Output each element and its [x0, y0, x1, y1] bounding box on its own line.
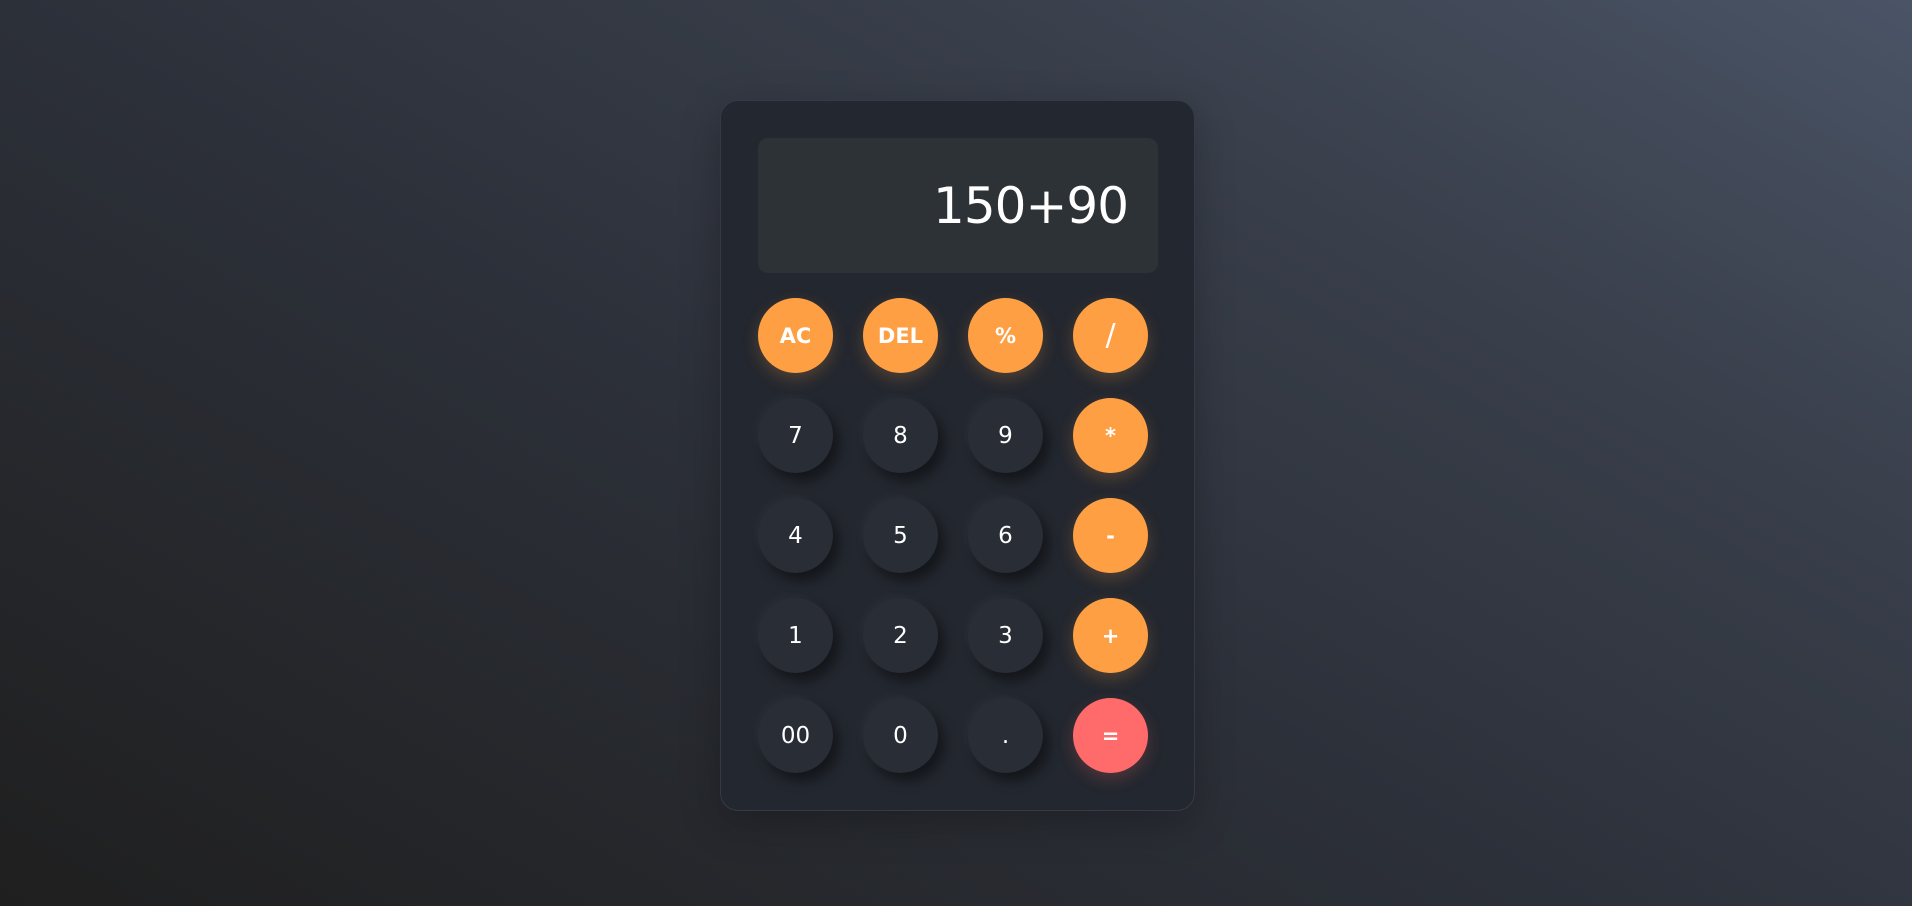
- multiply-button[interactable]: *: [1073, 398, 1148, 473]
- keypad: AC DEL % / 7 8 9 * 4 5 6 - 1 2 3 + 00 0 …: [758, 298, 1158, 774]
- digit-7-button[interactable]: 7: [758, 398, 833, 473]
- double-zero-button[interactable]: 00: [758, 698, 833, 773]
- display-screen: 150+90: [758, 138, 1158, 273]
- digit-0-button[interactable]: 0: [863, 698, 938, 773]
- digit-3-button[interactable]: 3: [968, 598, 1043, 673]
- equals-button[interactable]: =: [1073, 698, 1148, 773]
- divide-button[interactable]: /: [1073, 298, 1148, 373]
- decimal-button[interactable]: .: [968, 698, 1043, 773]
- digit-5-button[interactable]: 5: [863, 498, 938, 573]
- add-button[interactable]: +: [1073, 598, 1148, 673]
- digit-2-button[interactable]: 2: [863, 598, 938, 673]
- subtract-button[interactable]: -: [1073, 498, 1148, 573]
- delete-button[interactable]: DEL: [863, 298, 938, 373]
- digit-1-button[interactable]: 1: [758, 598, 833, 673]
- clear-button[interactable]: AC: [758, 298, 833, 373]
- calculator: 150+90 AC DEL % / 7 8 9 * 4 5 6 - 1 2 3 …: [720, 100, 1195, 811]
- display-value: 150+90: [933, 176, 1129, 235]
- digit-4-button[interactable]: 4: [758, 498, 833, 573]
- digit-8-button[interactable]: 8: [863, 398, 938, 473]
- digit-9-button[interactable]: 9: [968, 398, 1043, 473]
- digit-6-button[interactable]: 6: [968, 498, 1043, 573]
- percent-button[interactable]: %: [968, 298, 1043, 373]
